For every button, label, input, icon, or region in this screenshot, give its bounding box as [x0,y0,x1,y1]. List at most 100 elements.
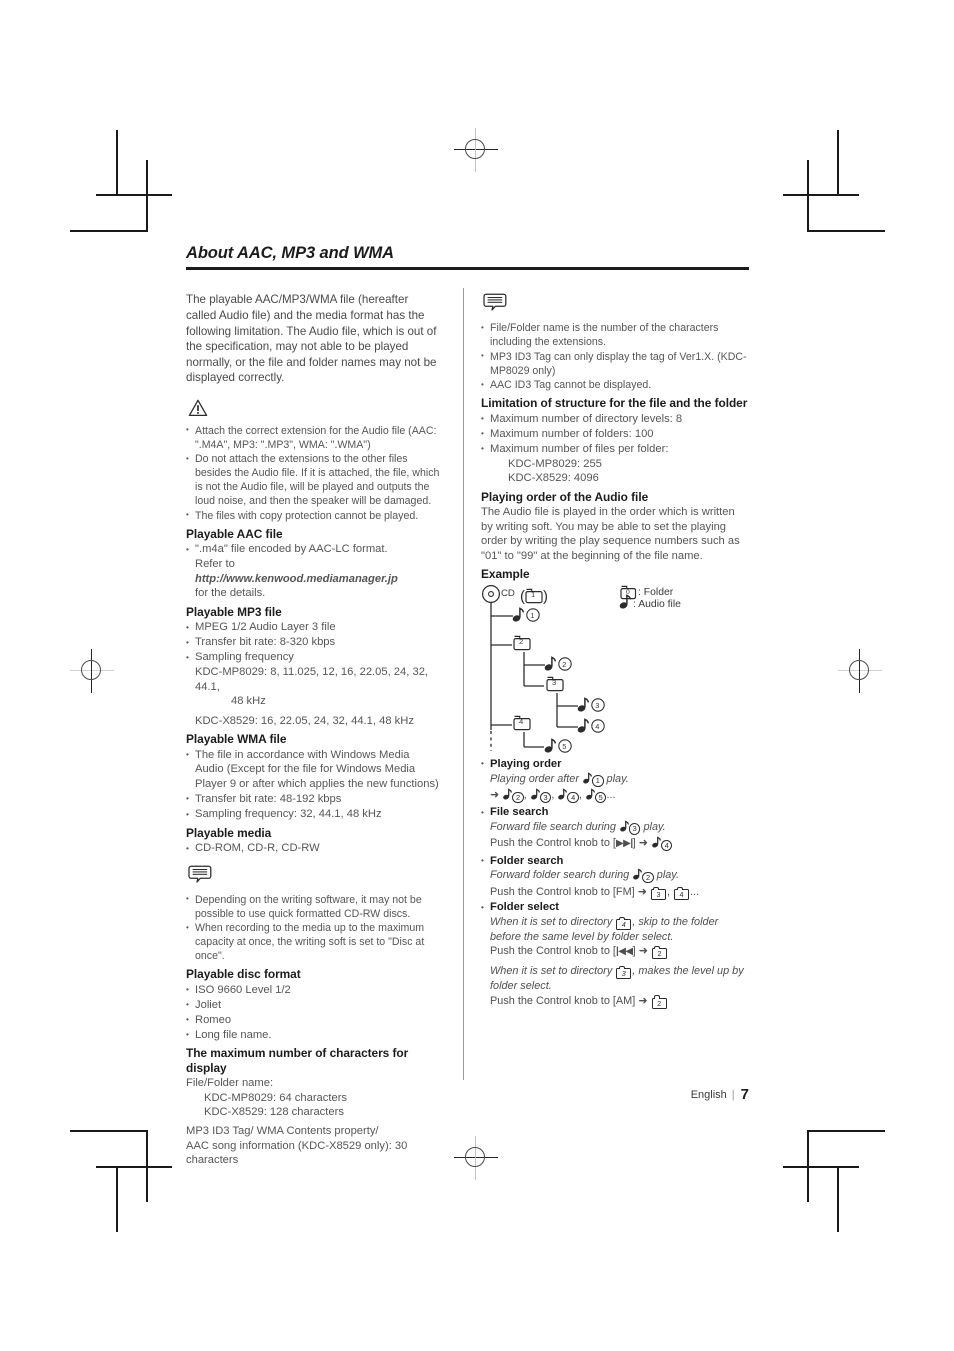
audio-note-icon [503,788,513,805]
list-item: Depending on the writing software, it ma… [186,892,440,921]
folder-select-paragraph-2: When it is set to directory 3, makes the… [490,965,744,992]
text-fragment: play. [653,869,679,882]
tree-connector-lines: ( ) [482,584,637,753]
crop-mark-bottom-right [755,1120,885,1240]
heading-playable-wma: Playable WMA file [186,732,287,747]
diagram-folder-number-3: 3 [552,678,557,688]
list-item: Joliet [186,997,440,1013]
page-number: 7 [740,1086,749,1103]
limitation-files-label: Maximum number of files per folder: [490,442,669,455]
folder-structure-diagram: ( ) CD 1 0 : Folder : Audio file 2 3 4 1… [481,584,749,753]
mp3-freq-line-1: KDC-MP8029: 8, 11.025, 12, 16, 22.05, 24… [195,665,429,693]
footer-separator: | [731,1089,735,1101]
limitation-indented-1: KDC-MP8029: 255 [508,457,602,470]
text-fragment: Push the Control knob to [AM] [490,994,639,1007]
list-item: Transfer bit rate: 48-192 kbps [186,791,440,807]
list-item: AAC ID3 Tag cannot be displayed. [481,378,749,392]
right-column: File/Folder name is the number of the ch… [454,292,749,1167]
text-fragment: Playing order after [490,772,583,785]
circled-number: 2 [642,871,654,884]
circled-number: 3 [539,791,552,804]
folder-number-icon: 3 [650,886,666,900]
registration-mark-top [454,128,498,172]
text-fragment: Forward file search during [490,820,619,833]
mp3-freq-line-3: KDC-X8529: 16, 22.05, 24, 32, 44.1, 48 k… [195,714,414,727]
heading-limitation-structure: Limitation of structure for the file and… [481,396,748,411]
list-item: Transfer bit rate: 8-320 kbps [186,635,440,650]
list-item: MP3 ID3 Tag can only display the tag of … [481,349,749,378]
audio-note-icon [558,788,568,805]
footer-language: English [690,1089,727,1101]
operation-line-2: Push the Control knob to [▶▶|] ➜ 4 [490,836,673,852]
operations-list: Playing order Playing order after 1 play… [481,756,749,1009]
left-column: The playable AAC/MP3/WMA file (hereafter… [186,292,454,1167]
diagram-audio-number-5: 5 [562,741,567,751]
legend-folder-text: : Folder [638,586,674,598]
diagram-root-label: CD [501,587,515,599]
audio-note-glyph-3 [577,697,590,712]
audio-note-icon [633,868,643,885]
list-item: Sampling frequency KDC-MP8029: 8, 11.025… [186,650,440,708]
mp3-list: MPEG 1/2 Audio Layer 3 file Transfer bit… [186,620,440,709]
audio-note-glyph-1 [512,607,525,622]
media-list: CD-ROM, CD-R, CD-RW [186,841,440,856]
list-item: Romeo [186,1012,440,1028]
operation-line-2: Push the Control knob to [FM] ➜ 3, 4... [490,885,700,900]
audio-note-glyph-5 [544,738,557,753]
legend-audio-text: : Audio file [633,598,681,610]
circled-number: 5 [594,791,607,804]
diagram-root-folder-number: 1 [531,590,536,600]
audio-note-icon [652,836,661,853]
diagram-audio-number-1: 1 [530,610,535,620]
list-item: Attach the correct extension for the Aud… [186,423,440,452]
audio-note-icon [586,788,595,805]
list-item: Maximum number of directory levels: 8 [481,411,749,427]
note-list-right: File/Folder name is the number of the ch… [481,321,749,392]
kenwood-url[interactable]: http://www.kenwood.mediamanager.jp [195,573,398,585]
diagram-audio-number-3: 3 [595,700,600,710]
folder-select-push-1: Push the Control knob to [|◀◀] ➜ 2 [490,945,668,960]
max-chars-line-3: AAC song information (KDC-X8529 only): 3… [186,1139,408,1152]
audio-note-glyph-4 [577,718,590,733]
heading-max-characters: The maximum number of characters for dis… [186,1046,409,1075]
circled-number: 4 [660,839,673,852]
operation-line-2: ➜ 2, 3, 4, 5... [490,788,616,804]
list-item: ISO 9660 Level 1/2 [186,982,440,998]
title-rule [186,267,749,271]
operation-folder-search: Folder search Forward folder search duri… [481,853,749,900]
list-item: Maximum number of folders: 100 [481,426,749,442]
folder-number-icon: 2 [651,946,667,960]
note-list-left: Depending on the writing software, it ma… [186,892,440,964]
playing-order-body: The Audio file is played in the order wh… [481,506,740,562]
list-item: CD-ROM, CD-R, CD-RW [186,841,440,856]
fast-forward-key-icon: ▶▶| [615,838,633,850]
text-fragment: ... [606,789,616,802]
circled-number: 4 [567,791,579,804]
text-fragment: Push the Control knob to [FM] [490,885,638,898]
disc-format-list: ISO 9660 Level 1/2 Joliet Romeo Long fil… [186,982,440,1043]
circled-number: 1 [592,775,604,787]
audio-note-icon [583,772,592,789]
note-bubble-icon [483,292,749,319]
rewind-key-icon: |◀◀ [615,946,633,958]
list-item: When recording to the media up to the ma… [186,921,440,963]
svg-text:): ) [543,588,548,605]
arrow-icon: ➜ [638,945,648,958]
text-fragment: When it is set to directory [490,915,616,928]
printed-page: About AAC, MP3 and WMA The playable AAC/… [0,0,954,1351]
warning-triangle-icon [188,399,440,422]
operation-line-1: Forward file search during 3 play. [490,820,666,835]
warning-list: Attach the correct extension for the Aud… [186,423,440,523]
max-chars-indented-2: KDC-X8529: 128 characters [204,1106,344,1119]
operation-title: Playing order [490,757,562,770]
page-title: About AAC, MP3 and WMA [186,244,394,262]
diagram-folder-number-2: 2 [519,637,524,647]
folder-number-icon: 3 [616,965,632,979]
aac-refer-prefix: Refer to [195,557,235,570]
heading-example: Example [481,566,530,581]
max-chars-line-2: MP3 ID3 Tag/ WMA Contents property/ [186,1125,379,1138]
folder-number-icon: 2 [651,995,667,1009]
diagram-audio-number-4: 4 [595,721,600,731]
list-item: Do not attach the extensions to the othe… [186,452,440,508]
text-fragment: play. [603,772,629,785]
